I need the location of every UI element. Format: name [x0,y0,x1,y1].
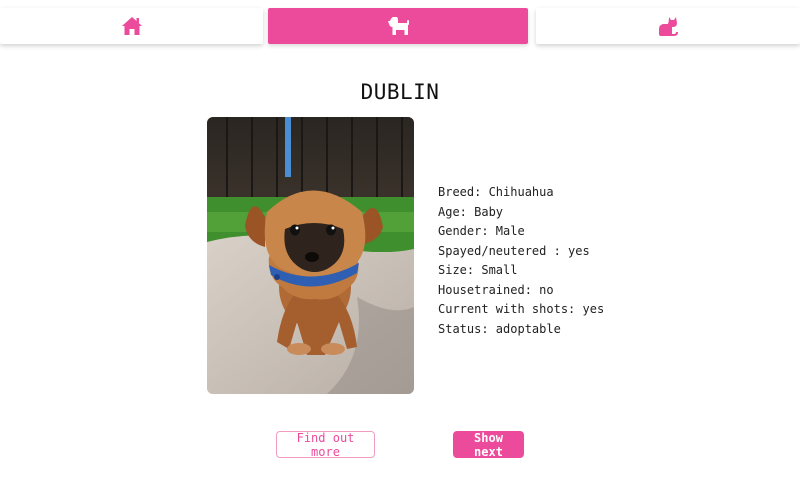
pet-detail-breed: Breed: Chihuahua [438,185,554,199]
dog-icon [386,15,410,37]
tab-dogs[interactable] [268,8,528,44]
pet-detail-status: Status: adoptable [438,321,561,336]
pet-name: DUBLIN [360,80,440,104]
pet-detail-gender: Gender: Male [438,224,525,238]
show-next-button[interactable]: Show next [453,431,524,459]
pet-detail-spayed-neutered: Spayed/neutered : yes [438,243,590,258]
cat-icon [657,15,679,37]
top-navigation [0,0,800,50]
pet-photo [207,117,414,394]
tab-cats[interactable] [536,8,800,44]
pet-detail-age: Age: Baby [438,204,504,219]
pet-detail-size: Size: Small [438,263,518,277]
find-out-more-button[interactable]: Find out more [276,431,375,459]
pet-detail-housetrained: Housetrained: no [438,282,554,297]
pet-detail-shots: Current with shots: yes [438,302,605,316]
home-icon [121,16,143,36]
tab-home[interactable] [0,8,263,44]
pet-details-list: Breed: Chihuahua Age: Baby Gender: Male … [438,183,604,339]
